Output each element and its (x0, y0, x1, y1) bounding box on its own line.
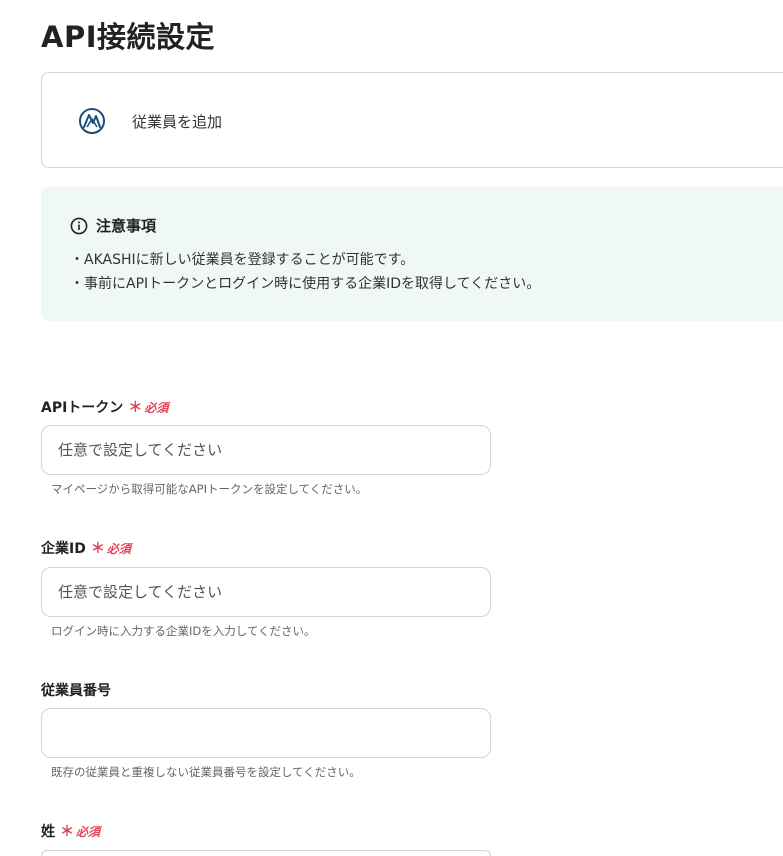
required-badge: 必須 (76, 825, 101, 839)
last-name-label: 姓 ＊ 必須 (41, 821, 100, 841)
notice-header: 注意事項 (70, 215, 156, 236)
api-token-label-text: APIトークン (41, 400, 124, 416)
company-id-input[interactable] (41, 567, 491, 617)
company-id-help: ログイン時に入力する企業IDを入力してください。 (51, 624, 316, 638)
required-asterisk: ＊ (90, 541, 105, 557)
notice-box: 注意事項 ・AKASHIに新しい従業員を登録することが可能です。 ・事前にAPI… (41, 187, 783, 321)
required-asterisk: ＊ (128, 400, 143, 416)
required-badge: 必須 (106, 542, 131, 556)
company-id-label-text: 企業ID (41, 541, 86, 557)
api-token-input[interactable] (41, 425, 491, 475)
akashi-logo-icon (79, 108, 105, 134)
api-token-label: APIトークン ＊ 必須 (41, 397, 168, 417)
notice-title: 注意事項 (96, 217, 157, 235)
last-name-label-text: 姓 (41, 824, 55, 840)
info-icon (70, 217, 88, 234)
required-badge: 必須 (144, 401, 169, 415)
page-title: API接続設定 (41, 20, 215, 54)
notice-line-1: ・AKASHIに新しい従業員を登録することが可能です。 (70, 252, 415, 268)
employee-number-label-text: 従業員番号 (41, 683, 111, 699)
last-name-input[interactable] (41, 850, 491, 856)
required-asterisk: ＊ (60, 824, 74, 840)
action-label: 従業員を追加 (132, 113, 223, 131)
notice-line-2: ・事前にAPIトークンとログイン時に使用する企業IDを取得してください。 (70, 276, 541, 292)
company-id-label: 企業ID ＊ 必須 (41, 538, 131, 558)
employee-number-help: 既存の従業員と重複しない従業員番号を設定してください。 (51, 765, 361, 779)
employee-number-input[interactable] (41, 708, 491, 758)
api-token-help: マイページから取得可能なAPIトークンを設定してください。 (51, 482, 368, 496)
employee-number-label: 従業員番号 (41, 680, 111, 700)
api-settings-page: API接続設定 従業員を追加 注意事項 ・AKASHIに新しい従業員を登録するこ… (0, 0, 783, 856)
action-card[interactable]: 従業員を追加 (41, 72, 783, 168)
